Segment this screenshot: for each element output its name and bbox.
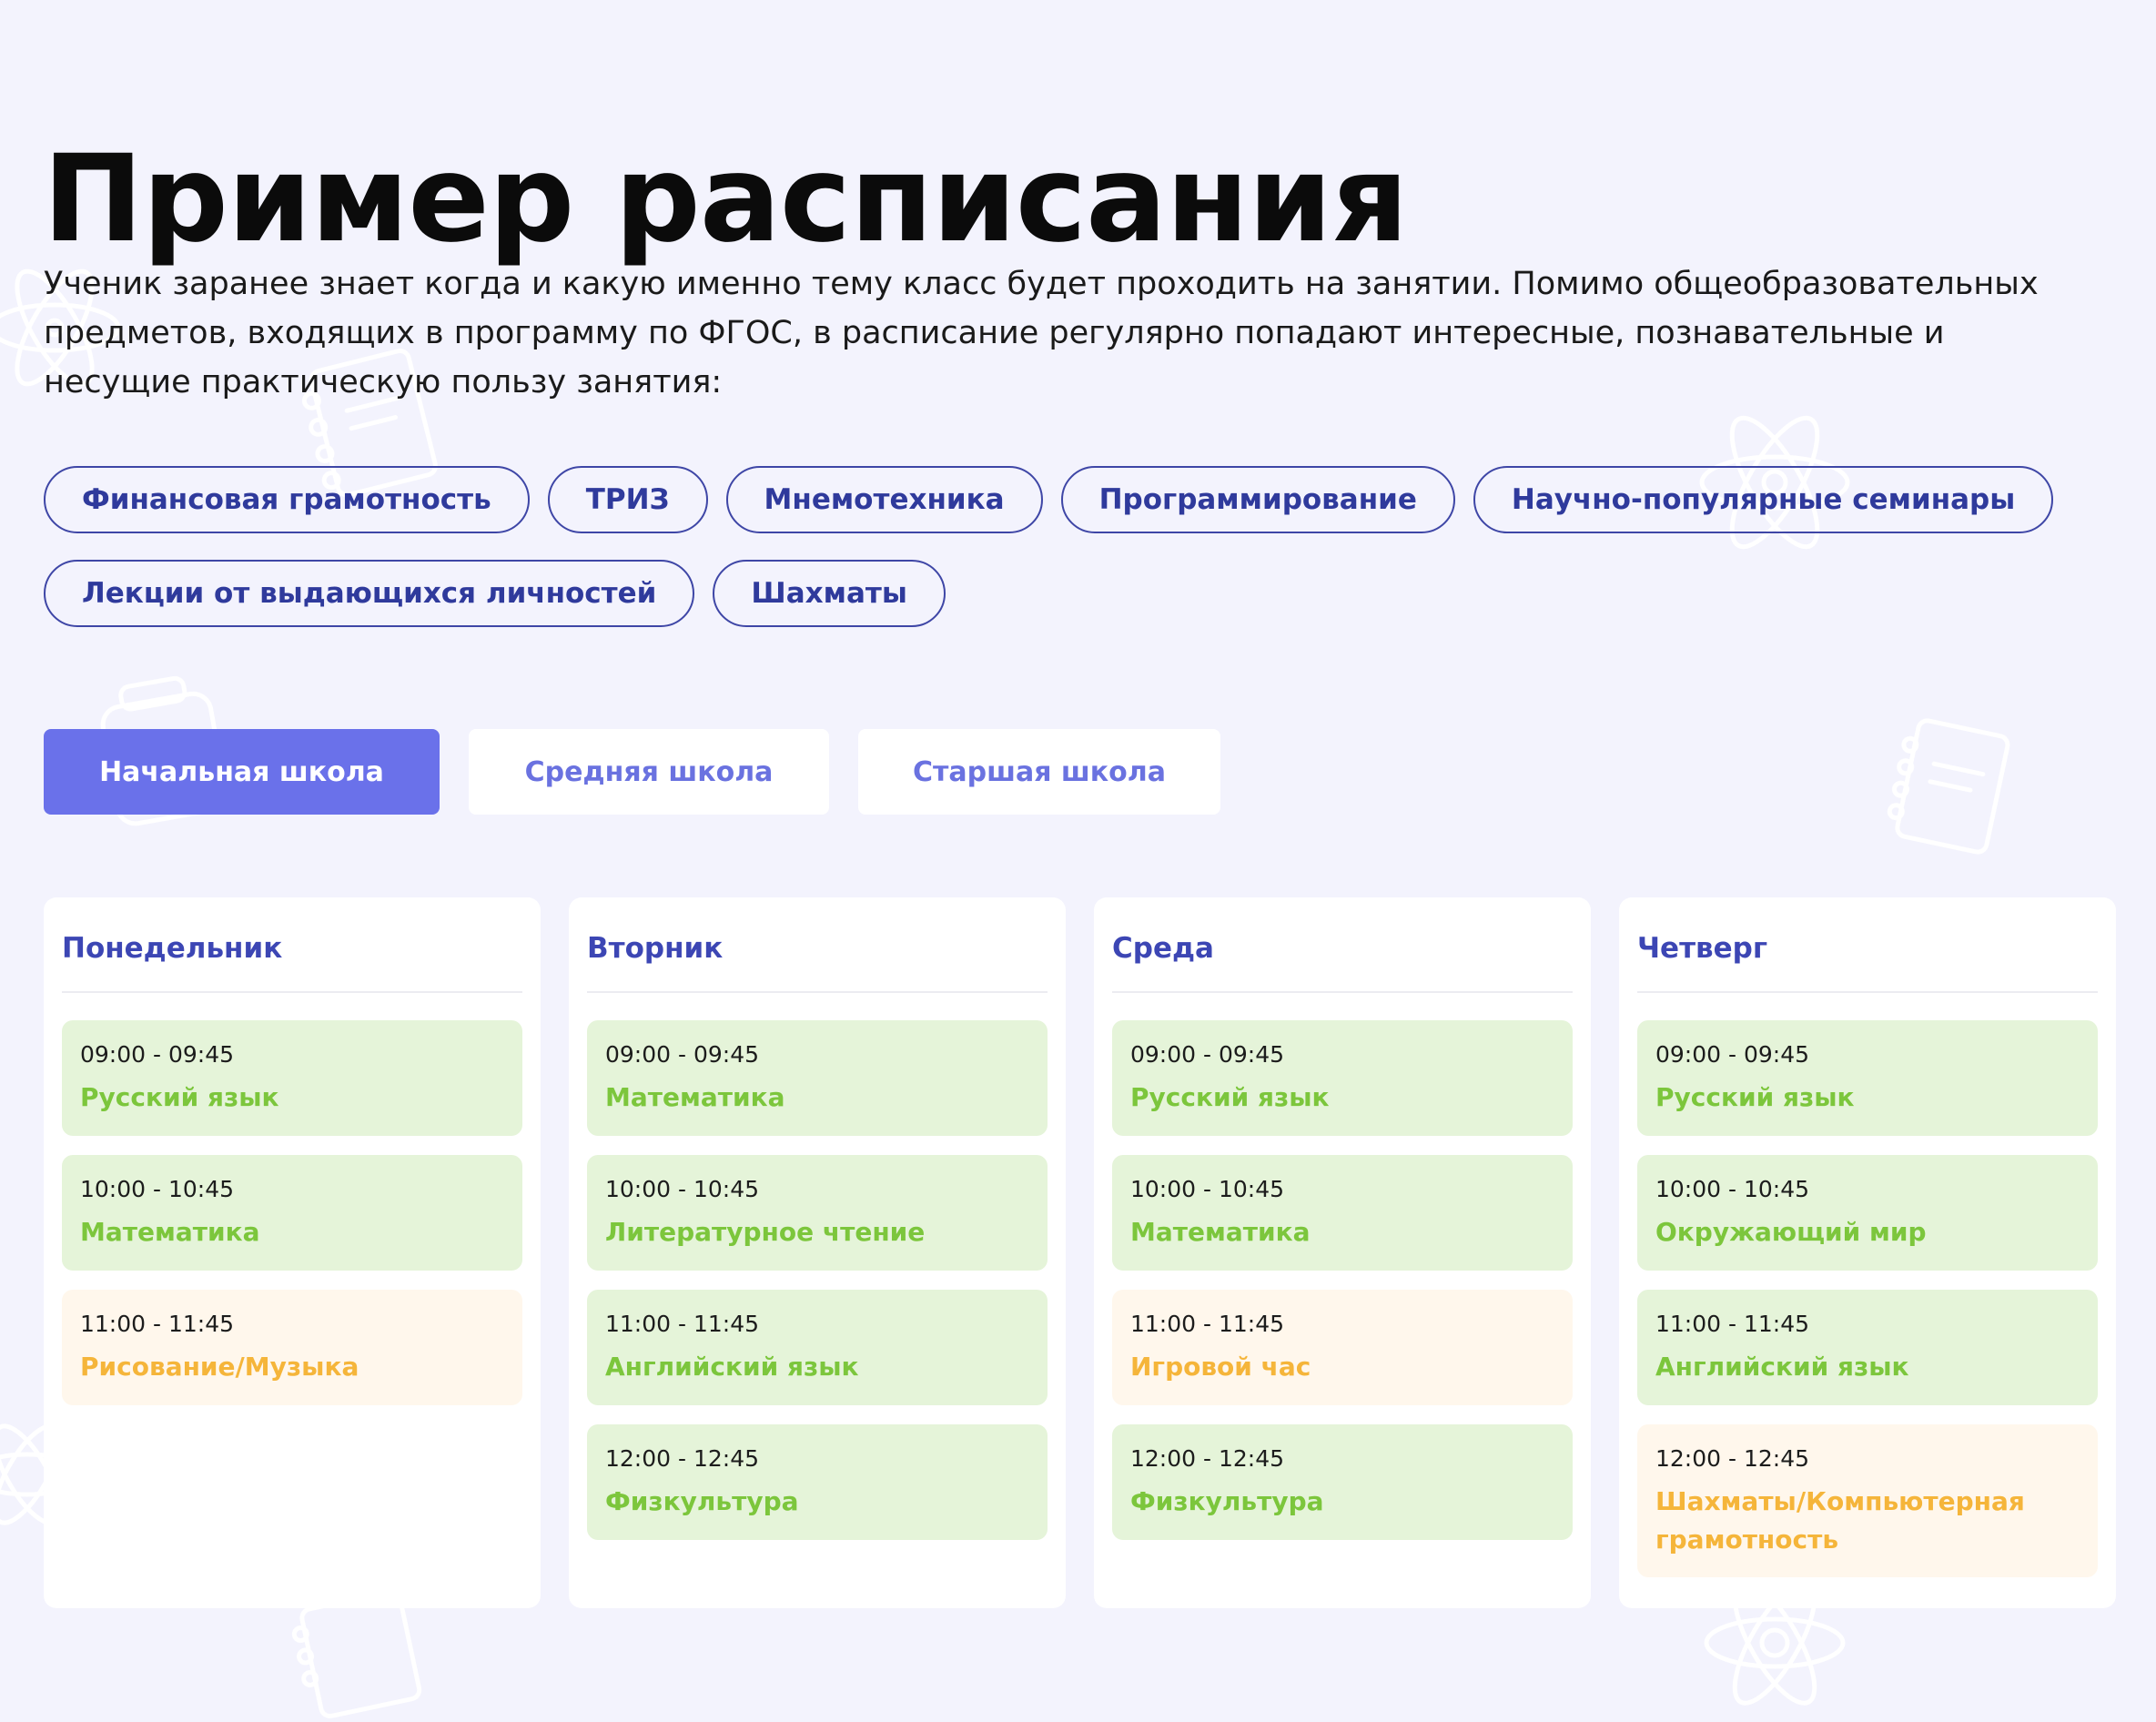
day-card-tuesday: Вторник 09:00 - 09:45 Математика 10:00 -… [569, 897, 1066, 1608]
lesson-card: 09:00 - 09:45 Русский язык [1112, 1020, 1573, 1136]
lesson-card: 11:00 - 11:45 Игровой час [1112, 1290, 1573, 1405]
day-title: Понедельник [62, 897, 522, 993]
lesson-subject: Английский язык [1655, 1352, 1909, 1382]
day-title: Среда [1112, 897, 1573, 993]
tab-middle-school[interactable]: Средняя школа [469, 729, 829, 815]
lesson-list: 09:00 - 09:45 Русский язык 10:00 - 10:45… [62, 993, 522, 1405]
chip-chess[interactable]: Шахматы [713, 560, 946, 627]
chip-row: Финансовая грамотность ТРИЗ Мнемотехника… [44, 466, 2082, 533]
school-level-tabs: Начальная школа Средняя школа Старшая шк… [44, 729, 1220, 815]
lesson-list: 09:00 - 09:45 Русский язык 10:00 - 10:45… [1112, 993, 1573, 1540]
lesson-time: 11:00 - 11:45 [605, 1311, 760, 1337]
lesson-time: 10:00 - 10:45 [1655, 1176, 1810, 1202]
lesson-card: 11:00 - 11:45 Английский язык [1637, 1290, 2098, 1405]
lesson-subject: Русский язык [80, 1082, 279, 1112]
lesson-subject: Русский язык [1655, 1082, 1855, 1112]
lesson-subject: Математика [1130, 1217, 1311, 1247]
lesson-card: 11:00 - 11:45 Рисование/Музыка [62, 1290, 522, 1405]
lesson-card: 09:00 - 09:45 Русский язык [62, 1020, 522, 1136]
lesson-card: 10:00 - 10:45 Математика [1112, 1155, 1573, 1271]
lesson-time: 10:00 - 10:45 [80, 1176, 235, 1202]
chip-lectures[interactable]: Лекции от выдающихся личностей [44, 560, 695, 627]
lesson-subject: Рисование/Музыка [80, 1352, 359, 1382]
lesson-list: 09:00 - 09:45 Математика 10:00 - 10:45 Л… [587, 993, 1048, 1540]
lesson-time: 10:00 - 10:45 [1130, 1176, 1285, 1202]
intro-text: Ученик заранее знает когда и какую именн… [44, 266, 2039, 400]
lesson-time: 11:00 - 11:45 [1130, 1311, 1285, 1337]
lesson-time: 10:00 - 10:45 [605, 1176, 760, 1202]
page: Пример расписания Ученик заранее знает к… [0, 0, 2156, 1722]
lesson-subject: Физкультура [605, 1486, 799, 1516]
lesson-card: 11:00 - 11:45 Английский язык [587, 1290, 1048, 1405]
lesson-time: 12:00 - 12:45 [605, 1445, 760, 1472]
chip-science-seminars[interactable]: Научно-популярные семинары [1473, 466, 2054, 533]
lesson-time: 12:00 - 12:45 [1130, 1445, 1285, 1472]
lesson-time: 11:00 - 11:45 [1655, 1311, 1810, 1337]
day-card-wednesday: Среда 09:00 - 09:45 Русский язык 10:00 -… [1094, 897, 1591, 1608]
day-title: Четверг [1637, 897, 2098, 993]
lesson-time: 09:00 - 09:45 [605, 1041, 760, 1068]
lesson-time: 09:00 - 09:45 [1655, 1041, 1810, 1068]
chip-mnemonics[interactable]: Мнемотехника [725, 466, 1043, 533]
topic-chips: Финансовая грамотность ТРИЗ Мнемотехника… [44, 466, 2082, 653]
chip-financial-literacy[interactable]: Финансовая грамотность [44, 466, 530, 533]
lesson-subject: Математика [80, 1217, 260, 1247]
day-card-thursday: Четверг 09:00 - 09:45 Русский язык 10:00… [1619, 897, 2116, 1608]
chip-triz[interactable]: ТРИЗ [547, 466, 708, 533]
lesson-subject: Окружающий мир [1655, 1217, 1927, 1247]
lesson-time: 09:00 - 09:45 [80, 1041, 235, 1068]
tab-high-school[interactable]: Старшая школа [858, 729, 1220, 815]
day-title: Вторник [587, 897, 1048, 993]
lesson-subject: Игровой час [1130, 1352, 1311, 1382]
lesson-subject: Английский язык [605, 1352, 859, 1382]
lesson-list: 09:00 - 09:45 Русский язык 10:00 - 10:45… [1637, 993, 2098, 1577]
lesson-subject: Шахматы/Компьютерная грамотность [1655, 1486, 2025, 1555]
page-title: Пример расписания [43, 129, 1409, 270]
lesson-card: 10:00 - 10:45 Математика [62, 1155, 522, 1271]
lesson-card: 12:00 - 12:45 Физкультура [1112, 1424, 1573, 1540]
chip-programming[interactable]: Программирование [1060, 466, 1455, 533]
lesson-card: 09:00 - 09:45 Русский язык [1637, 1020, 2098, 1136]
lesson-card: 12:00 - 12:45 Шахматы/Компьютерная грамо… [1637, 1424, 2098, 1577]
lesson-card: 10:00 - 10:45 Окружающий мир [1637, 1155, 2098, 1271]
tab-primary-school[interactable]: Начальная школа [44, 729, 440, 815]
lesson-time: 11:00 - 11:45 [80, 1311, 235, 1337]
day-card-monday: Понедельник 09:00 - 09:45 Русский язык 1… [44, 897, 541, 1608]
lesson-subject: Русский язык [1130, 1082, 1330, 1112]
lesson-subject: Литературное чтение [605, 1217, 926, 1247]
schedule-days: Понедельник 09:00 - 09:45 Русский язык 1… [44, 897, 2116, 1608]
lesson-time: 12:00 - 12:45 [1655, 1445, 1810, 1472]
lesson-card: 09:00 - 09:45 Математика [587, 1020, 1048, 1136]
lesson-card: 10:00 - 10:45 Литературное чтение [587, 1155, 1048, 1271]
chip-row: Лекции от выдающихся личностей Шахматы [44, 560, 2082, 627]
lesson-subject: Физкультура [1130, 1486, 1324, 1516]
lesson-time: 09:00 - 09:45 [1130, 1041, 1285, 1068]
lesson-subject: Математика [605, 1082, 785, 1112]
lesson-card: 12:00 - 12:45 Физкультура [587, 1424, 1048, 1540]
